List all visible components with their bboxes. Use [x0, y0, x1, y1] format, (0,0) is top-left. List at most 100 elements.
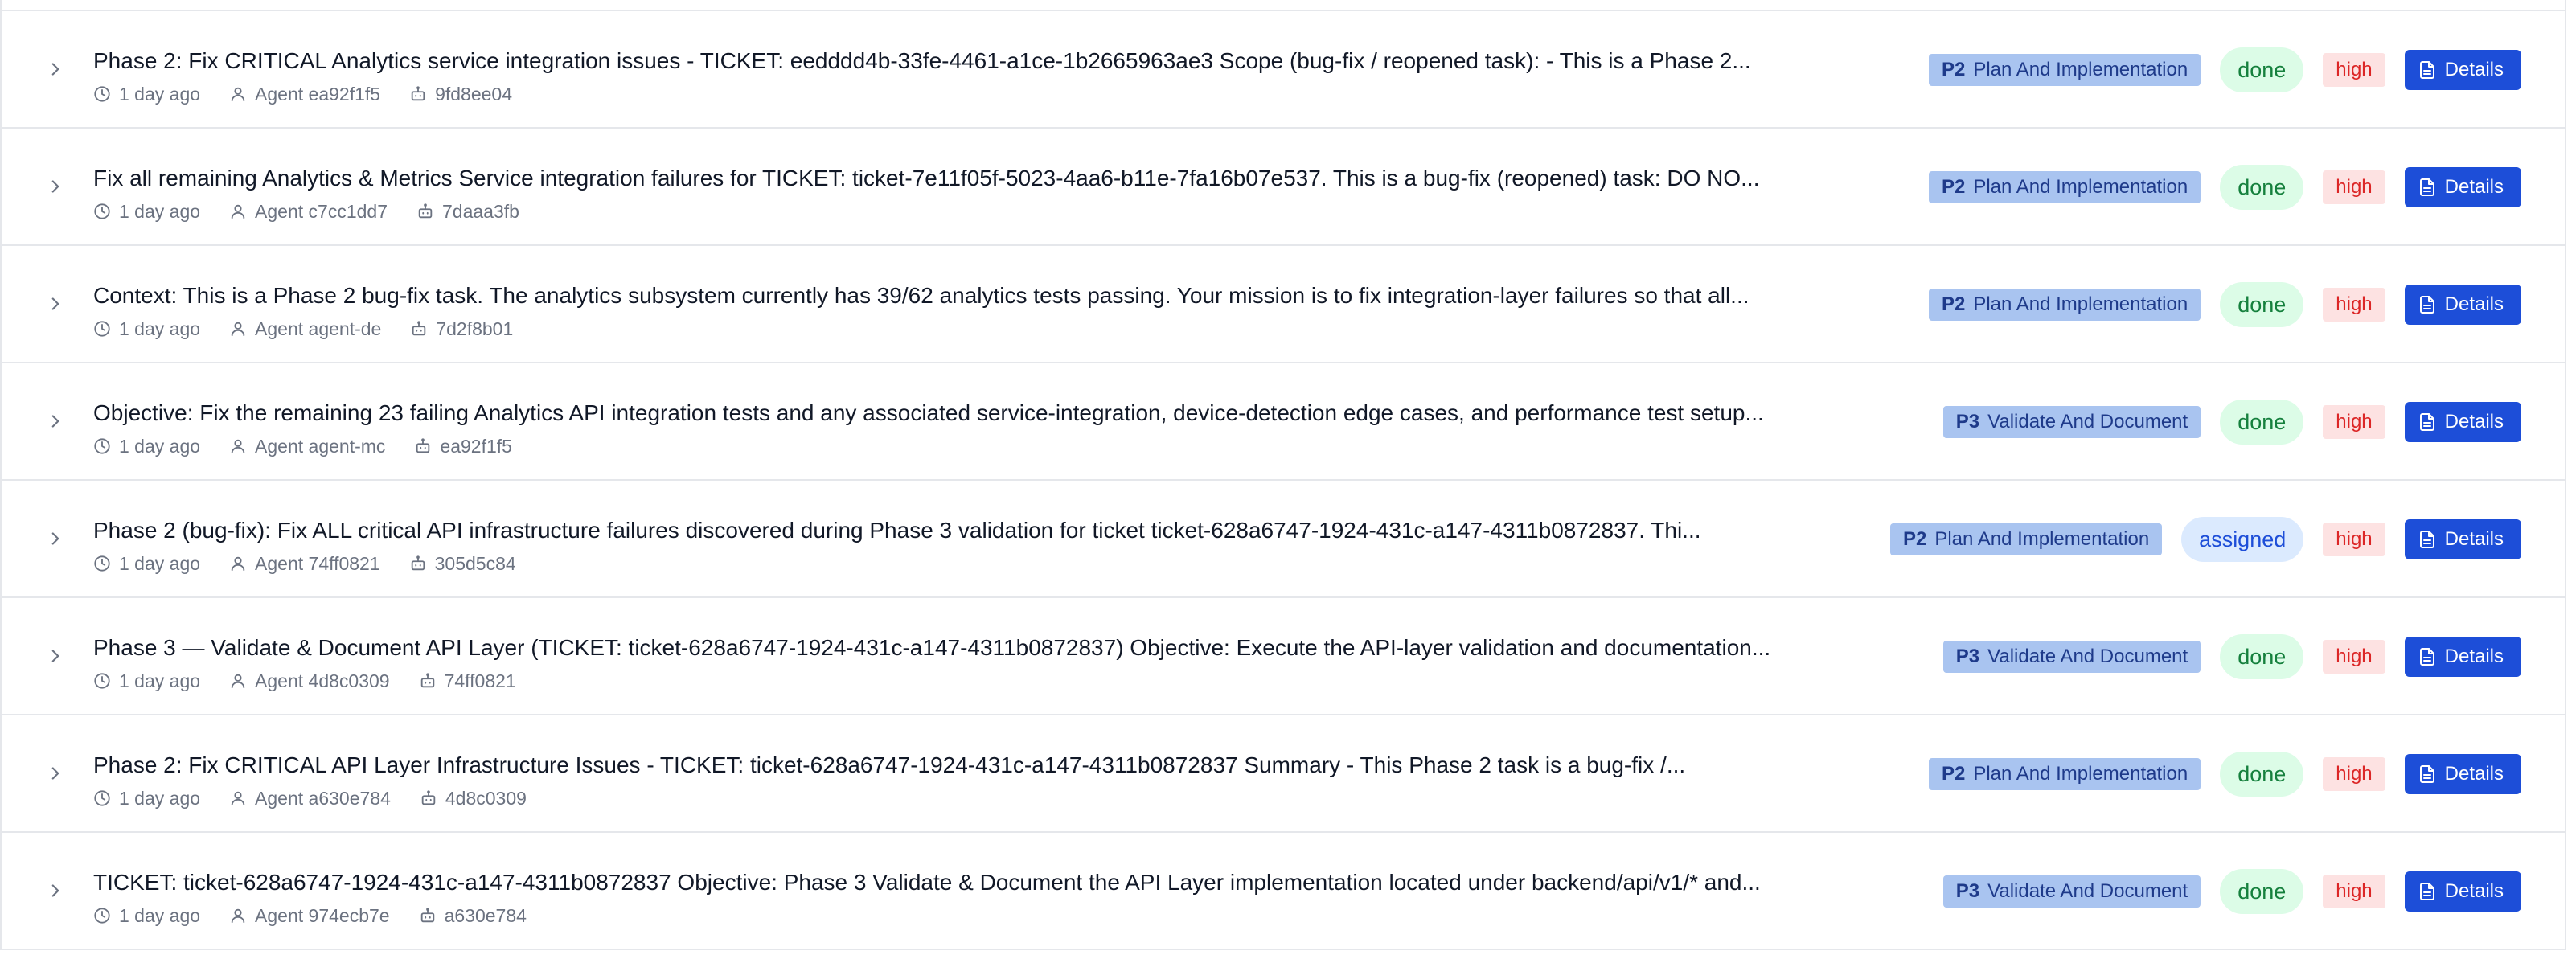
task-row[interactable]: Objective: Fix the remaining 23 failing … — [0, 363, 2566, 481]
chevron-right-icon[interactable] — [45, 646, 66, 666]
task-content: Context: This is a Phase 2 bug-fix task.… — [93, 281, 1862, 341]
task-content: TICKET: ticket-628a6747-1924-431c-a147-4… — [93, 868, 1862, 928]
task-agent-label: Agent 74ff0821 — [255, 552, 380, 574]
robot-icon — [411, 555, 425, 571]
chevron-right-icon[interactable] — [45, 880, 66, 901]
task-title[interactable]: Fix all remaining Analytics & Metrics Se… — [93, 164, 1862, 193]
task-meta: 1 day ago Agent agent-de 7d2f8b01 — [93, 317, 1862, 341]
task-time-label: 1 day ago — [119, 83, 201, 105]
document-icon — [2419, 765, 2434, 783]
priority-badge: high — [2323, 170, 2385, 204]
task-badges: P3 Validate And Document done high Detai… — [1942, 363, 2521, 481]
user-icon — [231, 556, 245, 572]
clock-icon — [94, 790, 110, 806]
task-ref-label: a630e784 — [444, 904, 527, 926]
details-button[interactable]: Details — [2404, 50, 2521, 90]
details-button-label: Details — [2444, 763, 2504, 785]
phase-badge: P2 Plan And Implementation — [1928, 171, 2201, 203]
details-button[interactable]: Details — [2404, 167, 2521, 207]
phase-label: Plan And Implementation — [1973, 59, 2188, 80]
clock-icon — [94, 438, 110, 454]
task-title[interactable]: Phase 2: Fix CRITICAL Analytics service … — [93, 47, 1862, 76]
task-list: Phase 2: Fix CRITICAL Analytics service … — [0, 0, 2576, 955]
chevron-right-icon[interactable] — [45, 59, 66, 80]
task-agent-label: Agent ea92f1f5 — [255, 83, 381, 105]
phase-badge: P3 Validate And Document — [1942, 641, 2201, 673]
task-time: 1 day ago — [93, 84, 200, 105]
task-row[interactable]: Phase 2: Fix CRITICAL Analytics service … — [0, 11, 2566, 129]
robot-icon — [418, 203, 433, 219]
task-content: Phase 2: Fix CRITICAL Analytics service … — [93, 47, 1862, 106]
document-icon — [2419, 883, 2434, 900]
task-agent-label: Agent a630e784 — [255, 787, 391, 809]
phase-badge: P2 Plan And Implementation — [1889, 523, 2163, 555]
details-button[interactable]: Details — [2404, 519, 2521, 559]
task-agent-label: Agent agent-mc — [255, 435, 386, 457]
task-meta: 1 day ago Agent a630e784 4d8c0309 — [93, 786, 1862, 810]
phase-code: P3 — [1955, 880, 1980, 902]
phase-code: P2 — [1941, 763, 1966, 785]
task-agent-label: Agent c7cc1dd7 — [255, 200, 388, 222]
user-icon — [231, 204, 245, 219]
status-badge: assigned — [2181, 517, 2304, 562]
task-title[interactable]: TICKET: ticket-628a6747-1924-431c-a147-4… — [93, 868, 1862, 897]
user-icon — [231, 322, 245, 337]
task-title[interactable]: Phase 3 — Validate & Document API Layer … — [93, 633, 1862, 662]
phase-badge: P2 Plan And Implementation — [1928, 758, 2201, 790]
priority-badge: high — [2323, 53, 2385, 87]
task-row[interactable]: TICKET: ticket-628a6747-1924-431c-a147-4… — [0, 833, 2566, 950]
chevron-right-icon[interactable] — [45, 763, 66, 784]
details-button[interactable]: Details — [2404, 402, 2521, 442]
task-ref: 7daaa3fb — [416, 201, 519, 223]
task-time-label: 1 day ago — [119, 200, 201, 222]
task-row[interactable]: Phase 2 (bug-fix): Fix ALL critical API … — [0, 481, 2566, 598]
task-title[interactable]: Objective: Fix the remaining 23 failing … — [93, 399, 1862, 428]
phase-label: Validate And Document — [1987, 646, 2188, 667]
task-title[interactable]: Phase 2: Fix CRITICAL API Layer Infrastr… — [93, 751, 1862, 780]
task-row[interactable]: Fix all remaining Analytics & Metrics Se… — [0, 129, 2566, 246]
details-button[interactable]: Details — [2404, 754, 2521, 794]
task-badges: P2 Plan And Implementation done high Det… — [1928, 246, 2521, 363]
phase-badge: P2 Plan And Implementation — [1928, 54, 2201, 86]
task-agent: Agent a630e784 — [229, 788, 391, 809]
status-badge: done — [2220, 282, 2304, 327]
task-row[interactable]: Phase 3 — Validate & Document API Layer … — [0, 598, 2566, 715]
task-meta: 1 day ago Agent 974ecb7e a630e784 — [93, 904, 1862, 928]
robot-icon — [412, 321, 426, 336]
phase-code: P3 — [1955, 646, 1980, 667]
task-ref: 74ff0821 — [419, 670, 516, 692]
chevron-right-icon[interactable] — [45, 528, 66, 549]
chevron-right-icon[interactable] — [45, 411, 66, 432]
robot-icon — [420, 908, 434, 923]
phase-badge: P3 Validate And Document — [1942, 875, 2201, 908]
phase-label: Plan And Implementation — [1973, 763, 2188, 785]
task-agent-label: Agent agent-de — [255, 318, 382, 339]
priority-badge: high — [2323, 405, 2385, 439]
clock-icon — [94, 203, 110, 219]
task-title[interactable]: Context: This is a Phase 2 bug-fix task.… — [93, 281, 1862, 310]
chevron-right-icon[interactable] — [45, 293, 66, 314]
task-ref-label: ea92f1f5 — [440, 435, 512, 457]
task-agent: Agent agent-de — [229, 318, 381, 340]
clock-icon — [94, 86, 110, 102]
task-row[interactable]: Phase 2: Fix CRITICAL API Layer Infrastr… — [0, 715, 2566, 833]
details-button-label: Details — [2444, 646, 2504, 667]
task-time: 1 day ago — [93, 318, 200, 340]
task-ref-label: 7d2f8b01 — [436, 318, 514, 339]
details-button[interactable]: Details — [2404, 871, 2521, 912]
details-button[interactable]: Details — [2404, 285, 2521, 325]
task-title[interactable]: Phase 2 (bug-fix): Fix ALL critical API … — [93, 516, 1862, 545]
task-agent: Agent 74ff0821 — [229, 553, 380, 575]
task-row[interactable]: Context: This is a Phase 2 bug-fix task.… — [0, 246, 2566, 363]
priority-badge: high — [2323, 757, 2385, 791]
robot-icon — [416, 438, 430, 453]
chevron-right-icon[interactable] — [45, 176, 66, 197]
details-button[interactable]: Details — [2404, 637, 2521, 677]
details-button-label: Details — [2444, 59, 2504, 80]
status-badge: done — [2220, 47, 2304, 92]
phase-code: P2 — [1941, 176, 1966, 198]
task-content: Fix all remaining Analytics & Metrics Se… — [93, 164, 1862, 223]
details-button-label: Details — [2444, 880, 2504, 902]
priority-badge: high — [2323, 523, 2385, 556]
task-agent-label: Agent 4d8c0309 — [255, 670, 390, 691]
